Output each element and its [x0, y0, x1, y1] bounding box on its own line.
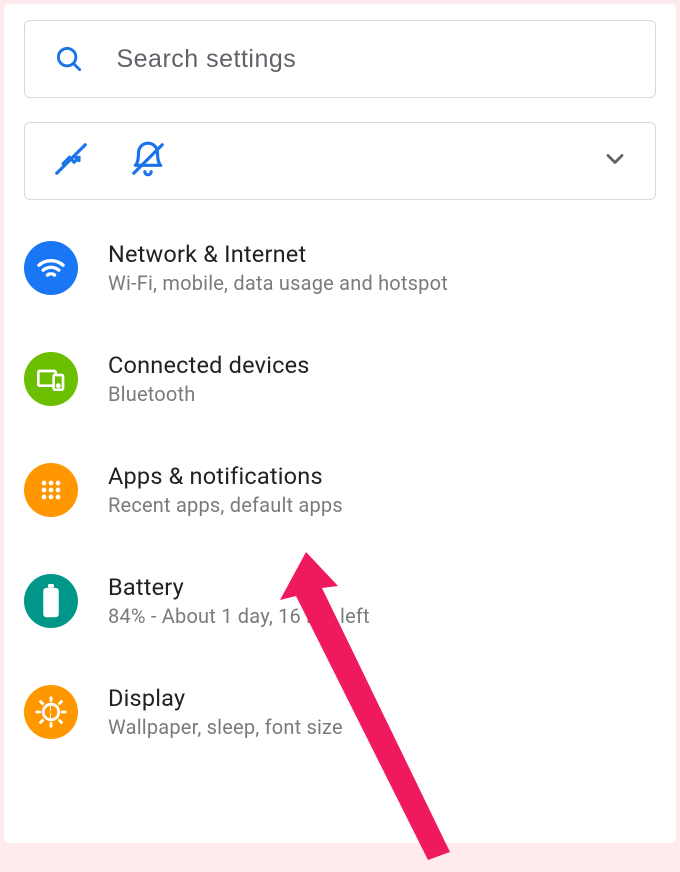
- settings-item-network[interactable]: Network & Internet Wi-Fi, mobile, data u…: [24, 240, 656, 295]
- item-subtitle: Bluetooth: [108, 382, 310, 406]
- search-settings[interactable]: [24, 20, 656, 98]
- notifications-off-icon: [129, 140, 167, 182]
- item-title: Apps & notifications: [108, 462, 343, 490]
- item-subtitle: Wallpaper, sleep, font size: [108, 715, 343, 739]
- chevron-down-icon: [601, 145, 629, 177]
- wifi-icon: [24, 241, 78, 295]
- item-subtitle: 84% - About 1 day, 16 hrs left: [108, 604, 370, 628]
- search-input[interactable]: [116, 45, 629, 74]
- suggestion-card[interactable]: [24, 122, 656, 200]
- devices-icon: [24, 352, 78, 406]
- apps-icon: [24, 463, 78, 517]
- settings-item-apps[interactable]: Apps & notifications Recent apps, defaul…: [24, 462, 656, 517]
- item-title: Display: [108, 684, 343, 712]
- data-off-icon: [51, 140, 91, 182]
- settings-screen: Network & Internet Wi-Fi, mobile, data u…: [4, 4, 676, 843]
- display-icon: [24, 685, 78, 739]
- item-title: Connected devices: [108, 351, 310, 379]
- item-subtitle: Recent apps, default apps: [108, 493, 343, 517]
- item-title: Network & Internet: [108, 240, 448, 268]
- settings-list: Network & Internet Wi-Fi, mobile, data u…: [24, 240, 656, 739]
- settings-item-connected-devices[interactable]: Connected devices Bluetooth: [24, 351, 656, 406]
- battery-icon: [24, 574, 78, 628]
- settings-item-display[interactable]: Display Wallpaper, sleep, font size: [24, 684, 656, 739]
- item-title: Battery: [108, 573, 370, 601]
- settings-item-battery[interactable]: Battery 84% - About 1 day, 16 hrs left: [24, 573, 656, 628]
- item-subtitle: Wi-Fi, mobile, data usage and hotspot: [108, 271, 448, 295]
- search-icon: [51, 44, 86, 74]
